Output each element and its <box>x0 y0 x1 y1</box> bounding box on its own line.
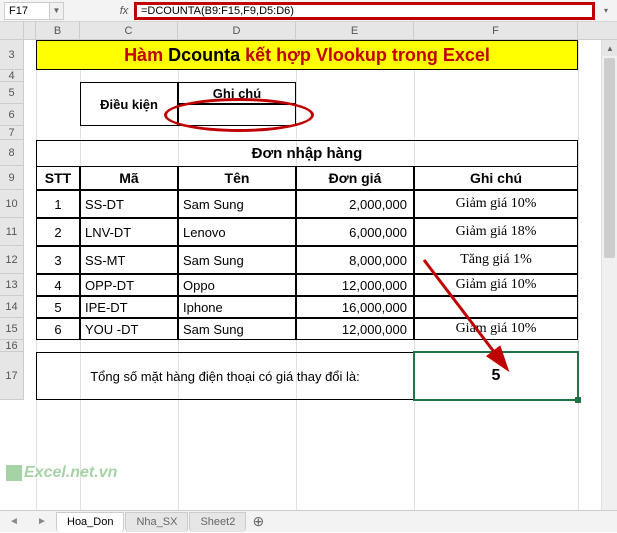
table-row[interactable]: 1 <box>36 190 80 218</box>
tab-nav-prev-icon[interactable]: ◄ <box>0 511 28 533</box>
name-box-dropdown[interactable]: ▼ <box>50 2 64 20</box>
title-text: Hàm Dcounta kết hợp Vlookup trong Excel <box>124 45 490 66</box>
table-row[interactable]: 2 <box>36 218 80 246</box>
row-header[interactable]: 6 <box>0 104 24 126</box>
table-row[interactable]: 8,000,000 <box>296 246 414 274</box>
row-header[interactable]: 17 <box>0 352 24 400</box>
row-header[interactable]: 14 <box>0 296 24 318</box>
row-header[interactable]: 10 <box>0 190 24 218</box>
name-box[interactable]: F17 <box>4 2 50 20</box>
col-header-a[interactable] <box>24 22 36 39</box>
table-row[interactable]: Sam Sung <box>178 190 296 218</box>
table-row[interactable]: IPE-DT <box>80 296 178 318</box>
table-row[interactable]: 6 <box>36 318 80 340</box>
table-row[interactable]: Giảm giá 10% <box>414 274 578 296</box>
select-all-corner[interactable] <box>0 22 24 40</box>
formula-bar-row: F17 ▼ fx =DCOUNTA(B9:F15,F9,D5:D6) ▾ <box>0 0 617 22</box>
table-row[interactable]: LNV-DT <box>80 218 178 246</box>
sheet-tab[interactable]: Nha_SX <box>125 512 188 532</box>
col-header-f[interactable]: F <box>414 22 578 39</box>
table-row[interactable]: SS-DT <box>80 190 178 218</box>
table-row[interactable]: Sam Sung <box>178 246 296 274</box>
row-header[interactable]: 3 <box>0 40 24 70</box>
add-sheet-icon[interactable]: ⊕ <box>247 512 269 532</box>
table-row[interactable]: 2,000,000 <box>296 190 414 218</box>
table-row[interactable]: Giảm giá 10% <box>414 318 578 340</box>
th-ma[interactable]: Mã <box>80 166 178 190</box>
formula-bar[interactable]: =DCOUNTA(B9:F15,F9,D5:D6) <box>134 2 595 20</box>
table-row[interactable] <box>414 296 578 318</box>
table-row[interactable]: 12,000,000 <box>296 274 414 296</box>
row-header[interactable]: 8 <box>0 140 24 166</box>
table-row[interactable]: Sam Sung <box>178 318 296 340</box>
table-row[interactable]: 12,000,000 <box>296 318 414 340</box>
spreadsheet-grid: B C D E F 3 4 5 6 7 8 9 10 11 12 13 14 1… <box>0 22 617 510</box>
scroll-thumb[interactable] <box>604 58 615 258</box>
tab-nav-next-icon[interactable]: ► <box>28 511 56 533</box>
row-header[interactable]: 11 <box>0 218 24 246</box>
fx-button[interactable]: fx <box>114 2 134 20</box>
sheet-tabs-bar: ◄ ► Hoa_Don Nha_SX Sheet2 ⊕ <box>0 510 617 532</box>
row-header[interactable]: 4 <box>0 70 24 82</box>
table-row[interactable]: Giảm giá 18% <box>414 218 578 246</box>
table-row[interactable]: Tăng giá 1% <box>414 246 578 274</box>
column-headers: B C D E F <box>24 22 617 40</box>
col-header-b[interactable]: B <box>36 22 80 39</box>
th-ghichu[interactable]: Ghi chú <box>414 166 578 190</box>
th-dongia[interactable]: Đơn giá <box>296 166 414 190</box>
watermark: Excel.net.vn <box>6 464 117 482</box>
row-header[interactable]: 15 <box>0 318 24 340</box>
row-header[interactable]: 5 <box>0 82 24 104</box>
row-headers: 3 4 5 6 7 8 9 10 11 12 13 14 15 16 17 <box>0 40 24 400</box>
table-row[interactable]: 16,000,000 <box>296 296 414 318</box>
vertical-scrollbar[interactable]: ▲ <box>601 40 617 510</box>
table-row[interactable]: Iphone <box>178 296 296 318</box>
col-header-d[interactable]: D <box>178 22 296 39</box>
table-row[interactable]: YOU -DT <box>80 318 178 340</box>
row-header[interactable]: 12 <box>0 246 24 274</box>
table-row[interactable]: SS-MT <box>80 246 178 274</box>
row-header[interactable]: 16 <box>0 340 24 352</box>
table-title[interactable]: Đơn nhập hàng <box>36 140 578 166</box>
row-header[interactable]: 7 <box>0 126 24 140</box>
table-row[interactable]: 6,000,000 <box>296 218 414 246</box>
title-cell[interactable]: Hàm Dcounta kết hợp Vlookup trong Excel <box>36 40 578 70</box>
table-row[interactable]: 4 <box>36 274 80 296</box>
sheet-tab[interactable]: Sheet2 <box>189 512 246 532</box>
th-ten[interactable]: Tên <box>178 166 296 190</box>
table-row[interactable]: Oppo <box>178 274 296 296</box>
table-row[interactable]: Lenovo <box>178 218 296 246</box>
excel-logo-icon <box>6 465 22 481</box>
formula-expand-icon[interactable]: ▾ <box>599 2 613 20</box>
col-header-c[interactable]: C <box>80 22 178 39</box>
table-row[interactable]: 5 <box>36 296 80 318</box>
scroll-up-icon[interactable]: ▲ <box>602 40 617 56</box>
row-header[interactable]: 9 <box>0 166 24 190</box>
th-stt[interactable]: STT <box>36 166 80 190</box>
table-row[interactable]: 3 <box>36 246 80 274</box>
row-header[interactable]: 13 <box>0 274 24 296</box>
condition-label[interactable]: Điều kiện <box>80 82 178 126</box>
col-header-e[interactable]: E <box>296 22 414 39</box>
summary-label[interactable]: Tổng số mặt hàng điện thoại có giá thay … <box>36 352 414 400</box>
table-row[interactable]: Giảm giá 10% <box>414 190 578 218</box>
sheet-tab-active[interactable]: Hoa_Don <box>56 512 124 532</box>
condition-note-header[interactable]: Ghi chú <box>178 82 296 104</box>
selection-handle[interactable] <box>575 397 581 403</box>
table-row[interactable]: OPP-DT <box>80 274 178 296</box>
cells-area[interactable]: Hàm Dcounta kết hợp Vlookup trong Excel … <box>24 40 594 510</box>
result-cell[interactable]: 5 <box>414 352 578 400</box>
condition-note-value[interactable] <box>178 104 296 126</box>
